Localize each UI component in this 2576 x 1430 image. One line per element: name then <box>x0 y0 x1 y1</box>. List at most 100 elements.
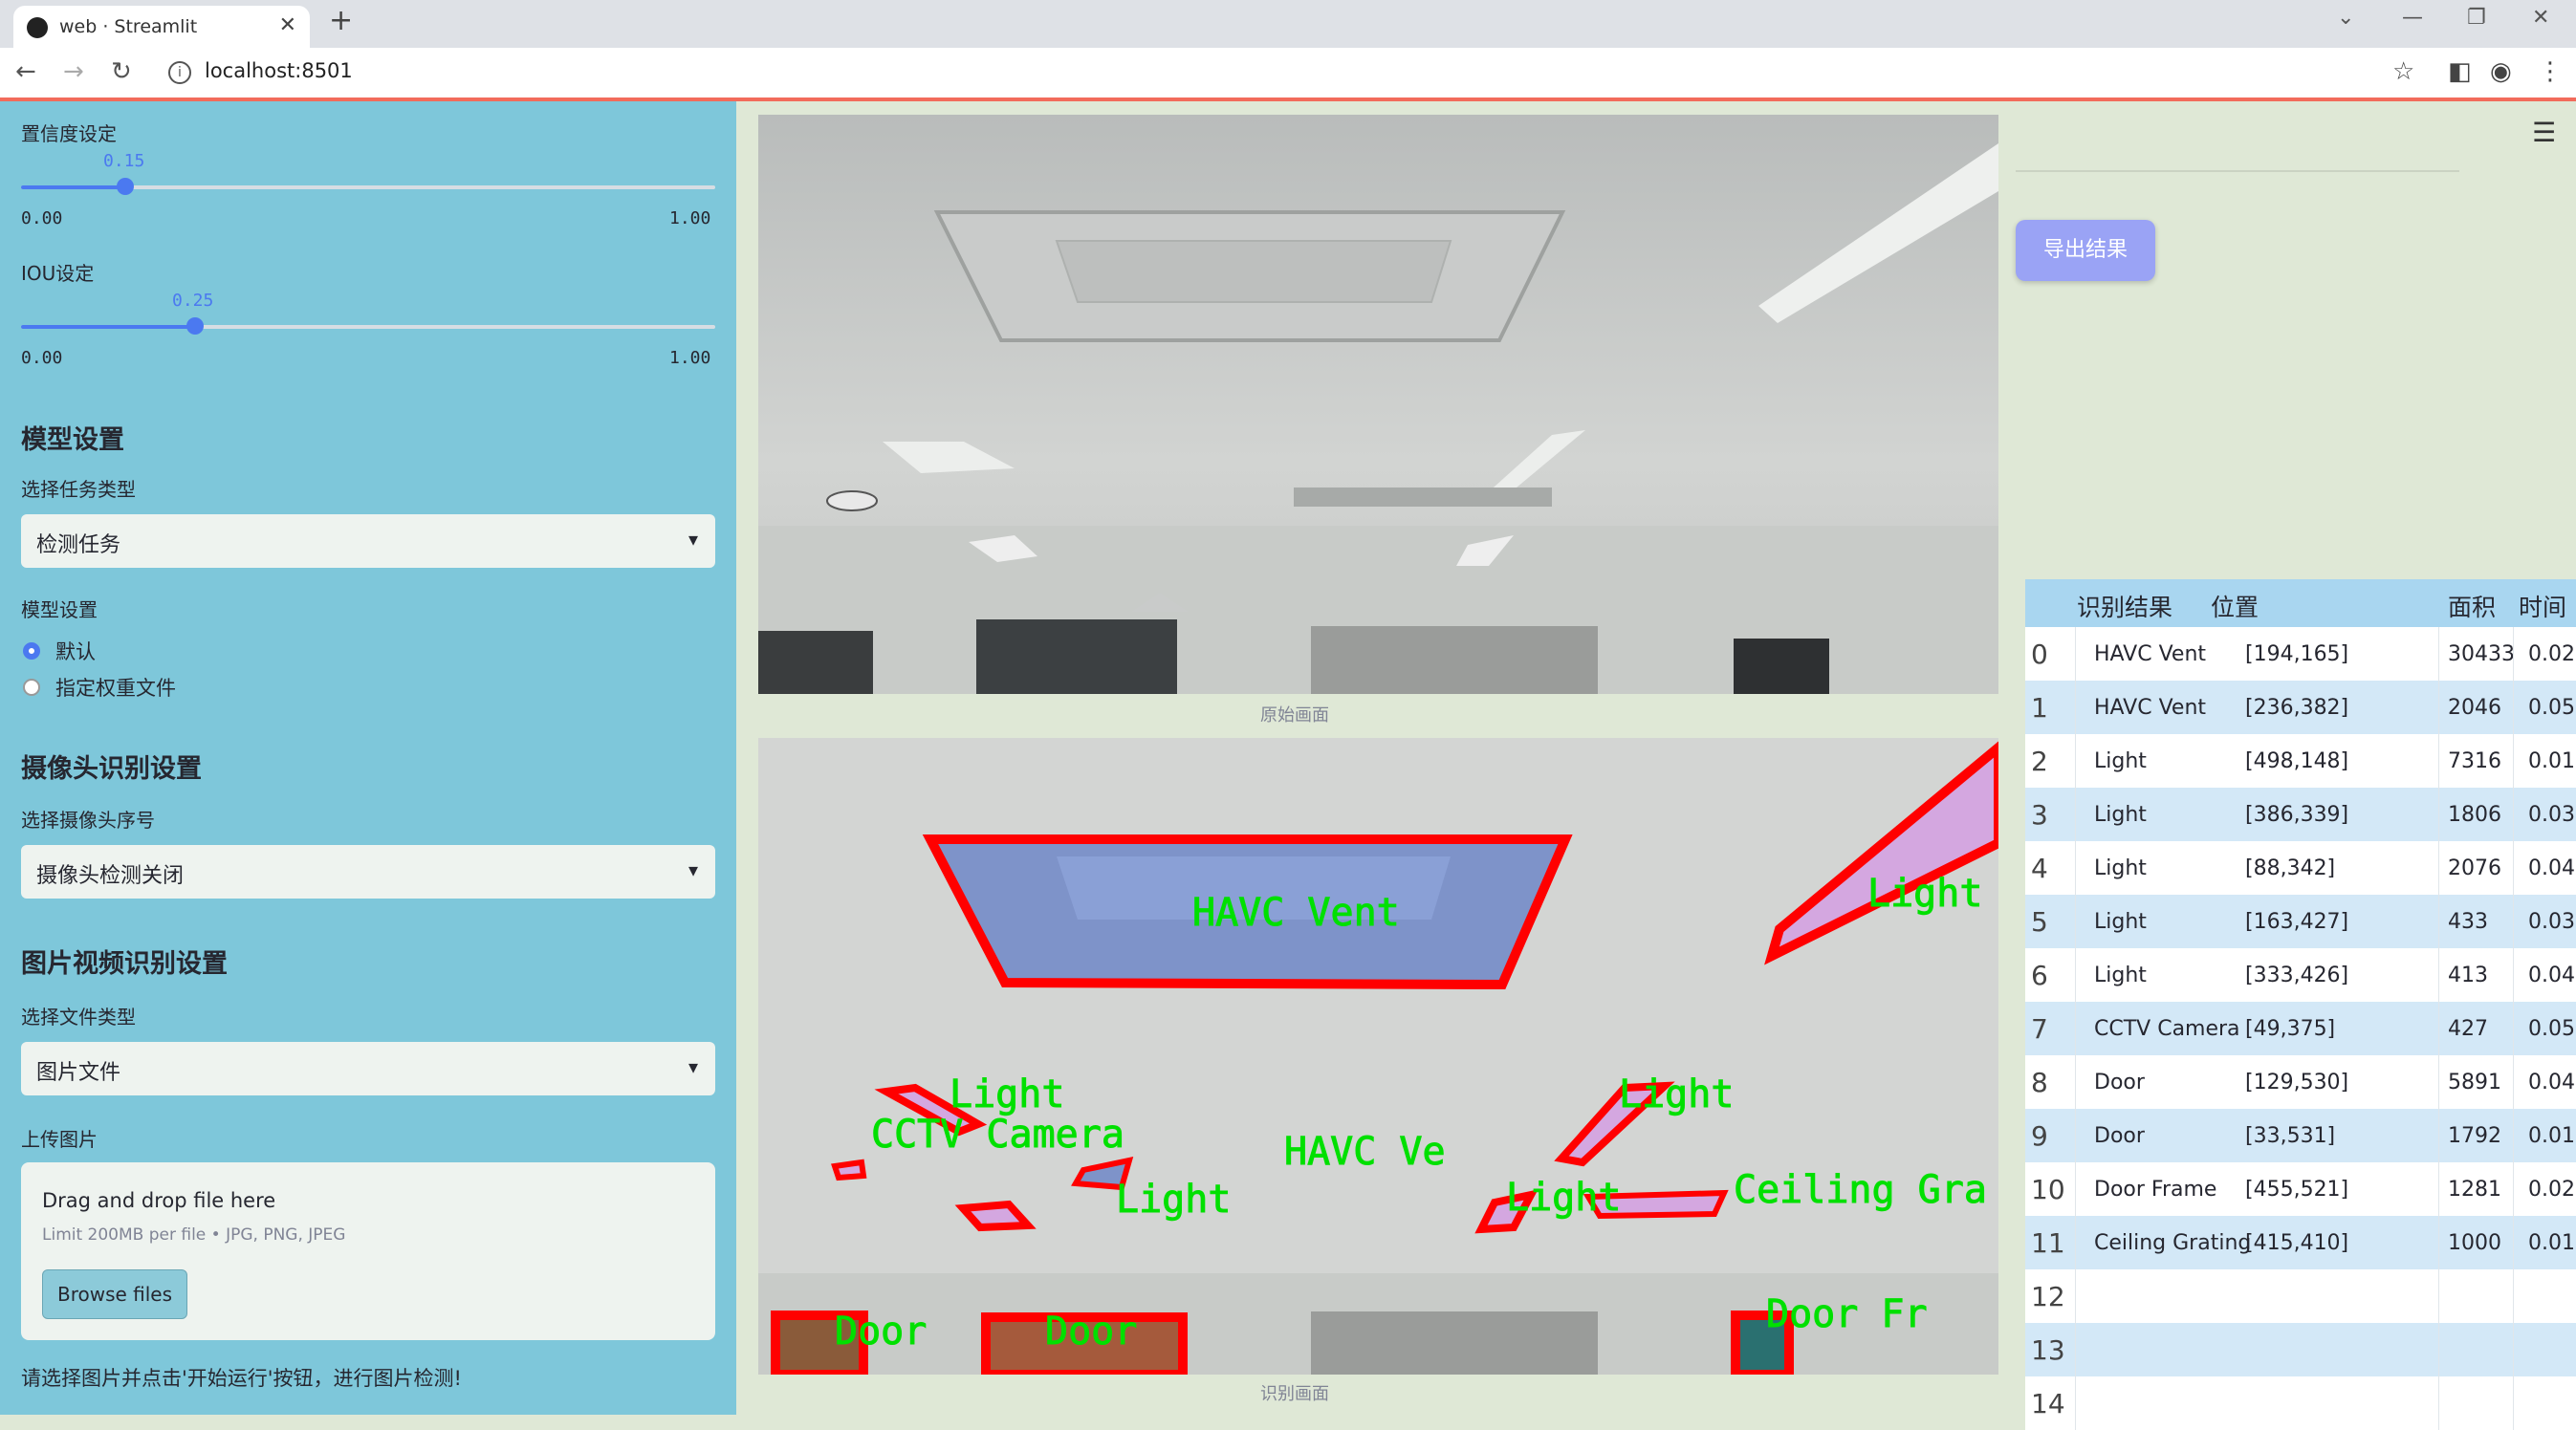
column-separator <box>2075 1109 2076 1162</box>
radio-default[interactable] <box>23 642 40 660</box>
file-uploader-dropzone[interactable]: Drag and drop file here Limit 200MB per … <box>21 1162 715 1340</box>
radio-custom-weights[interactable] <box>23 679 40 696</box>
header-name[interactable]: 识别结果 <box>2077 589 2172 623</box>
table-row[interactable]: 2 Light [498,148] 7316 0.01 <box>2025 734 2576 788</box>
browser-menu-icon[interactable]: ⋮ <box>2538 57 2563 86</box>
upload-limit: Limit 200MB per file • JPG, PNG, JPEG <box>42 1225 346 1245</box>
column-separator <box>2513 1055 2514 1109</box>
cell-name: Door <box>2094 1124 2145 1148</box>
column-separator <box>2513 627 2514 681</box>
cell-area: 1281 <box>2448 1178 2501 1202</box>
column-separator <box>2513 1323 2514 1376</box>
restore-icon[interactable]: ❐ <box>2467 6 2486 30</box>
cell-position: [49,375] <box>2245 1017 2336 1041</box>
column-separator <box>2075 1376 2076 1430</box>
cell-time: 0.03 <box>2528 910 2575 934</box>
browser-tab[interactable]: web · Streamlit ✕ <box>13 6 310 48</box>
back-icon[interactable]: ← <box>15 57 36 86</box>
table-row[interactable]: 13 <box>2025 1323 2576 1376</box>
row-index: 5 <box>2031 906 2048 938</box>
table-row[interactable]: 12 <box>2025 1269 2576 1323</box>
row-index: 7 <box>2031 1013 2048 1045</box>
column-separator <box>2438 734 2439 788</box>
cell-position: [236,382] <box>2245 696 2349 720</box>
minimize-icon[interactable]: — <box>2402 6 2423 30</box>
side-panel-icon[interactable]: ◧ <box>2448 57 2472 86</box>
cell-position: [194,165] <box>2245 642 2349 666</box>
tab-title: web · Streamlit <box>59 16 198 37</box>
cell-position: [498,148] <box>2245 749 2349 773</box>
column-separator <box>2513 1376 2514 1430</box>
cell-position: [163,427] <box>2245 910 2349 934</box>
filetype-select[interactable]: 图片文件 ▾ <box>21 1042 715 1095</box>
table-row[interactable]: 0 HAVC Vent [194,165] 30433 0.02 <box>2025 627 2576 681</box>
media-section-heading: 图片视频识别设置 <box>21 949 228 979</box>
table-row[interactable]: 5 Light [163,427] 433 0.03 <box>2025 895 2576 948</box>
task-type-select[interactable]: 检测任务 ▾ <box>21 514 715 568</box>
cell-position: [333,426] <box>2245 964 2349 987</box>
site-info-icon[interactable]: i <box>168 61 191 84</box>
table-row[interactable]: 7 CCTV Camera [49,375] 427 0.05 <box>2025 1002 2576 1055</box>
cell-name: Light <box>2094 856 2147 880</box>
result-caption: 识别画面 <box>1260 1384 1329 1404</box>
browse-files-button[interactable]: Browse files <box>42 1269 187 1319</box>
forward-icon[interactable]: → <box>63 57 84 86</box>
cell-area: 1806 <box>2448 803 2501 827</box>
close-tab-icon[interactable]: ✕ <box>279 13 296 37</box>
cell-name: HAVC Vent <box>2094 696 2207 720</box>
table-row[interactable]: 4 Light [88,342] 2076 0.04 <box>2025 841 2576 895</box>
table-row[interactable]: 3 Light [386,339] 1806 0.03 <box>2025 788 2576 841</box>
column-separator <box>2513 1002 2514 1055</box>
column-separator <box>2438 627 2439 681</box>
profile-avatar-icon[interactable]: ◉ <box>2490 57 2512 86</box>
confidence-max: 1.00 <box>669 208 711 228</box>
model-setting-label: 模型设置 <box>21 598 98 621</box>
table-row[interactable]: 9 Door [33,531] 1792 0.01 <box>2025 1109 2576 1162</box>
table-row[interactable]: 6 Light [333,426] 413 0.04 <box>2025 948 2576 1002</box>
column-separator <box>2438 1055 2439 1109</box>
hamburger-menu-icon[interactable]: ☰ <box>2532 117 2556 148</box>
filetype-value: 图片文件 <box>36 1061 121 1085</box>
confidence-slider-thumb[interactable] <box>116 178 134 195</box>
export-results-button[interactable]: 导出结果 <box>2016 220 2155 281</box>
table-row[interactable]: 1 HAVC Vent [236,382] 2046 0.05 <box>2025 681 2576 734</box>
column-separator <box>2438 895 2439 948</box>
column-separator <box>2438 1109 2439 1162</box>
reload-icon[interactable]: ↻ <box>111 57 132 86</box>
confidence-slider[interactable] <box>21 178 715 195</box>
table-row[interactable]: 8 Door [129,530] 5891 0.04 <box>2025 1055 2576 1109</box>
original-caption: 原始画面 <box>1260 705 1329 726</box>
column-separator <box>2513 1109 2514 1162</box>
bookmark-star-icon[interactable]: ☆ <box>2392 57 2414 86</box>
cell-position: [455,521] <box>2245 1178 2349 1202</box>
table-row[interactable]: 11 Ceiling Grating [415,410] 1000 0.01 <box>2025 1216 2576 1269</box>
cell-position: [129,530] <box>2245 1071 2349 1094</box>
iou-slider[interactable] <box>21 317 715 335</box>
column-separator <box>2438 1269 2439 1323</box>
row-index: 2 <box>2031 746 2048 777</box>
new-tab-icon[interactable]: + <box>329 4 353 37</box>
column-separator <box>2075 1323 2076 1376</box>
cell-area: 30433 <box>2448 642 2515 666</box>
header-area[interactable]: 面积 <box>2448 589 2496 623</box>
camera-select[interactable]: 摄像头检测关闭 ▾ <box>21 845 715 899</box>
cell-area: 2076 <box>2448 856 2501 880</box>
overlay-label-havc-vent: HAVC Vent <box>1192 891 1400 935</box>
column-separator <box>2438 1376 2439 1430</box>
window-close-icon[interactable]: ✕ <box>2532 6 2549 30</box>
cell-area: 1000 <box>2448 1231 2501 1255</box>
url-field[interactable]: localhost:8501 <box>205 59 353 82</box>
header-time[interactable]: 时间 <box>2519 589 2566 623</box>
column-separator <box>2438 681 2439 734</box>
cell-time: 0.01 <box>2528 1231 2575 1255</box>
cell-time: 0.01 <box>2528 749 2575 773</box>
iou-slider-thumb[interactable] <box>186 317 204 335</box>
cell-area: 413 <box>2448 964 2488 987</box>
header-position[interactable]: 位置 <box>2211 589 2259 623</box>
table-row[interactable]: 14 <box>2025 1376 2576 1430</box>
tab-search-chevron-icon[interactable]: ⌄ <box>2337 6 2354 30</box>
cell-time: 0.04 <box>2528 1071 2575 1094</box>
cell-position: [386,339] <box>2245 803 2349 827</box>
table-row[interactable]: 10 Door Frame [455,521] 1281 0.02 <box>2025 1162 2576 1216</box>
camera-index-label: 选择摄像头序号 <box>21 809 155 832</box>
